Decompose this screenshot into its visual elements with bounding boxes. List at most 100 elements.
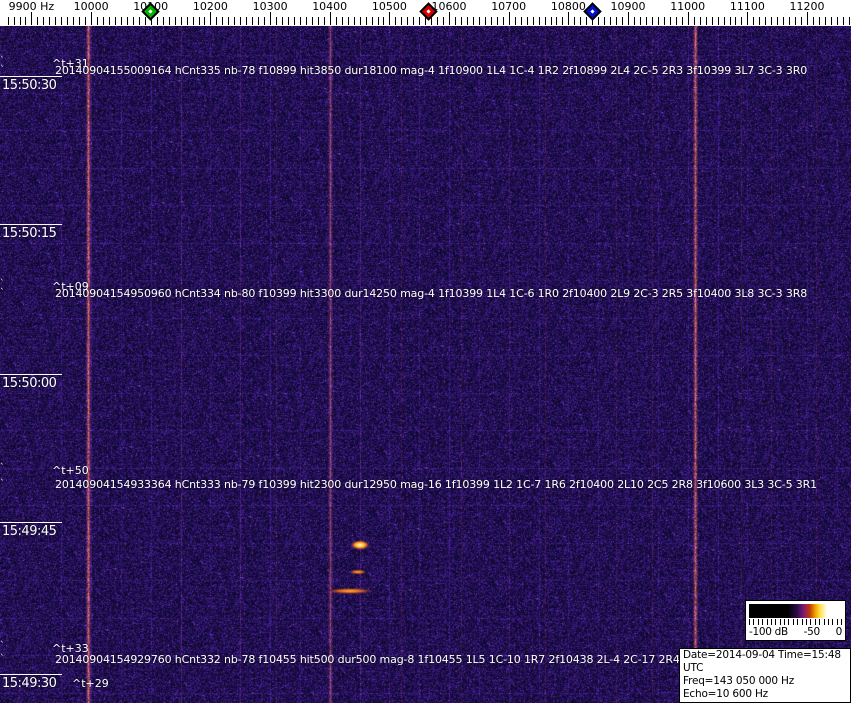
scale-tick [749,619,750,625]
ruler-tick [49,17,51,25]
time-label: 15:50:00 [2,376,57,391]
ruler-tick [747,12,749,25]
ruler-tick [478,17,480,25]
ruler-tick [759,17,761,25]
scale-label-min: -100 dB [749,626,788,638]
ruler-tick [842,17,844,25]
ruler-tick [329,12,331,25]
frequency-ruler: 9900 Hz100001010010200103001040010500106… [0,0,851,26]
ruler-tick [634,17,635,25]
ruler-tick [91,12,93,25]
scale-tick [819,619,821,625]
ruler-tick [514,17,516,25]
ruler-tick [192,17,194,25]
ruler-tick [795,17,797,25]
colour-gradient-bar [749,604,841,618]
freq-label: 9900 Hz [8,0,55,13]
ruler-tick [437,17,439,25]
ruler-tick [138,17,140,25]
ruler-tick [645,17,647,25]
ruler-tick [848,17,850,25]
time-label: 15:49:30 [2,676,57,691]
time-tick-line [0,76,62,77]
ruler-tick [443,17,445,25]
edge-tick: ` [0,654,5,664]
ruler-tick [347,17,349,25]
ruler-tick [25,17,27,25]
ruler-tick [699,17,701,25]
ruler-tick [717,17,719,25]
ruler-tick [628,12,629,25]
ruler-tick [657,17,659,25]
time-tick-line [0,224,62,225]
ruler-tick [461,17,462,25]
ruler-tick [819,17,820,25]
ruler-tick [723,17,725,25]
ruler-tick [640,17,641,25]
freq-label: 11100 [729,0,765,13]
ruler-tick [556,17,558,25]
time-label: 15:49:45 [2,524,57,539]
ruler-tick [413,17,415,25]
ruler-tick [371,17,373,25]
scale-tick [757,619,759,625]
ruler-tick [538,17,540,25]
info-date-time: Date=2014-09-04 Time=15:48 UTC [683,649,841,674]
freq-label: 10000 [73,0,109,13]
edge-tick: ` [0,288,5,298]
ruler-tick [484,17,486,25]
scale-tick [823,619,825,625]
time-tick-line [0,374,62,375]
ruler-tick [669,17,671,25]
edge-tick: ` [0,463,5,473]
ruler-tick [526,17,528,25]
ruler-tick [753,17,755,25]
ruler-tick [604,17,606,25]
ruler-tick [789,17,791,25]
ruler-tick [276,17,277,25]
ruler-tick [711,17,713,25]
ruler-tick [293,17,295,25]
time-event-marker: ^t+29 [72,677,109,690]
ruler-tick [377,17,379,25]
scale-tick [814,619,816,625]
ruler-tick [317,17,319,25]
scale-tick [827,619,829,625]
time-label: 15:50:15 [2,226,57,241]
ruler-tick [216,17,218,25]
ruler-tick [365,17,367,25]
ruler-tick [264,17,266,25]
ruler-tick [353,17,355,25]
ruler-tick [681,17,683,25]
freq-label: 10700 [491,0,527,13]
ruler-tick [132,17,134,25]
ruler-tick [502,17,504,25]
ruler-tick [544,17,546,25]
ruler-tick [162,17,164,25]
ruler-tick [335,17,337,25]
scale-tick [792,619,794,625]
ruler-tick [490,17,492,25]
ruler-tick [610,17,612,25]
ruler-tick [580,17,582,25]
ruler-tick [126,17,128,25]
diamond-core [590,9,595,14]
ruler-tick [622,17,624,25]
time-tick-line [0,674,62,675]
detection-data-line: 20140904155009164 hCnt335 nb-78 f10899 h… [55,64,808,77]
ruler-tick [270,12,272,25]
ruler-tick [282,17,283,25]
ruler-tick [777,17,779,25]
ruler-tick [13,17,15,25]
ruler-tick [520,17,522,25]
ruler-tick [341,17,343,25]
ruler-tick [783,17,785,25]
scale-tick [801,619,803,625]
scale-tick [841,619,842,625]
scale-tick [788,619,790,625]
scale-tick [766,619,768,625]
ruler-tick [288,17,289,25]
freq-label: 10900 [610,0,646,13]
ruler-tick [771,17,773,25]
ruler-tick [651,17,653,25]
